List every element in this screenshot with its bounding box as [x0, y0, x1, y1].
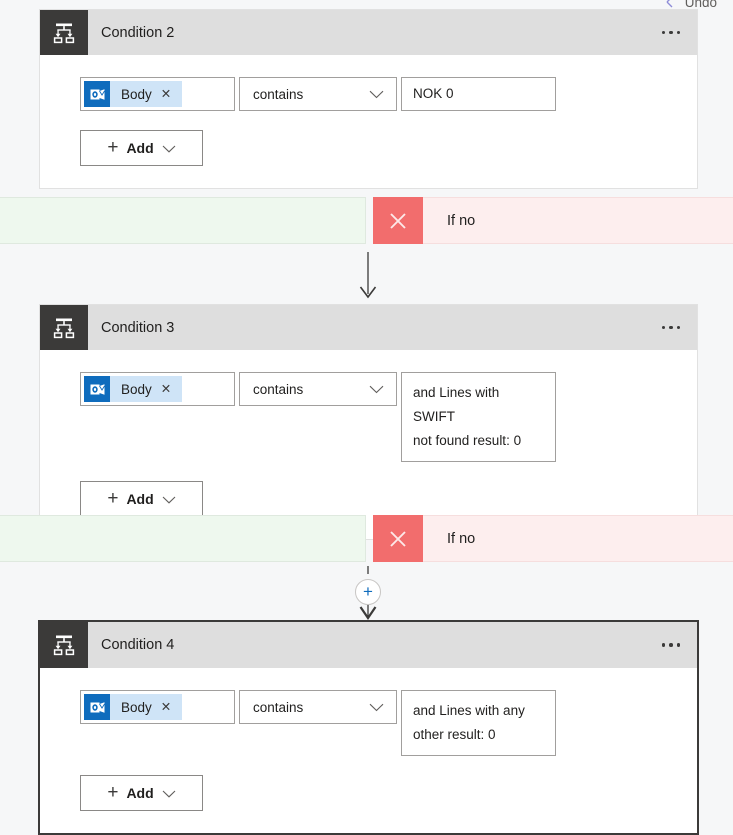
branch-if-yes-region[interactable] — [0, 197, 366, 244]
undo-arrow-icon — [664, 0, 678, 9]
operator-value: contains — [253, 381, 304, 397]
plus-icon: + — [107, 781, 119, 803]
condition-branch-icon — [40, 622, 88, 668]
condition-row: Body ✕ contains and Lines with any other… — [80, 690, 697, 756]
operator-value: contains — [253, 699, 304, 715]
condition-value-line: and Lines with any — [413, 703, 525, 718]
condition-operator-dropdown[interactable]: contains — [239, 690, 397, 724]
branch-if-no-region[interactable]: If no — [373, 515, 733, 562]
arrow-down-icon — [359, 252, 377, 299]
add-condition-button[interactable]: + Add — [80, 775, 203, 811]
condition-card-2[interactable]: Condition 2 Body ✕ contains NOK 0 + Add — [39, 9, 698, 189]
token-label: Body — [121, 699, 152, 715]
condition-operator-dropdown[interactable]: contains — [239, 372, 397, 406]
operator-value: contains — [253, 86, 304, 102]
card-header: Condition 3 — [40, 304, 697, 350]
condition-value-line: other result: 0 — [413, 727, 496, 742]
condition-value-line: not found result: 0 — [413, 433, 522, 448]
card-header: Condition 4 — [40, 622, 697, 668]
dynamic-content-token[interactable]: Body ✕ — [84, 376, 183, 402]
card-title: Condition 3 — [101, 319, 175, 336]
token-label: Body — [121, 86, 152, 102]
dynamic-content-token[interactable]: Body ✕ — [84, 694, 183, 720]
condition-row: Body ✕ contains and Lines with SWIFT not… — [80, 372, 697, 462]
condition-row: Body ✕ contains NOK 0 — [80, 77, 697, 111]
outlook-icon — [84, 81, 110, 107]
add-button-label: Add — [126, 785, 154, 801]
chevron-down-icon — [162, 491, 176, 507]
condition-branch-icon — [40, 10, 88, 55]
condition-value-line: NOK 0 — [413, 86, 454, 101]
condition-operand-field[interactable]: Body ✕ — [80, 690, 235, 724]
close-x-icon — [373, 515, 423, 562]
chevron-down-icon — [369, 382, 384, 397]
insert-plus-glyph: + — [363, 582, 373, 601]
chevron-down-icon — [369, 700, 384, 715]
condition-operand-field[interactable]: Body ✕ — [80, 77, 235, 111]
dynamic-content-token[interactable]: Body ✕ — [84, 81, 183, 107]
remove-token-icon[interactable]: ✕ — [161, 383, 182, 396]
token-label: Body — [121, 381, 152, 397]
branch-label: If no — [447, 530, 476, 547]
more-options-icon[interactable] — [645, 10, 697, 55]
card-header: Condition 2 — [40, 9, 697, 55]
condition-value-field[interactable]: and Lines with any other result: 0 — [401, 690, 556, 756]
branch-if-yes-region[interactable] — [0, 515, 366, 562]
outlook-icon — [84, 694, 110, 720]
plus-icon: + — [107, 487, 119, 509]
card-body: Body ✕ contains and Lines with SWIFT not… — [40, 350, 697, 539]
add-condition-button[interactable]: + Add — [80, 481, 203, 517]
add-condition-button[interactable]: + Add — [80, 130, 203, 166]
condition-value-line: and Lines with SWIFT — [413, 385, 500, 424]
card-title: Condition 2 — [101, 24, 175, 41]
chevron-down-icon — [162, 785, 176, 801]
condition-branch-icon — [40, 305, 88, 350]
condition-card-3[interactable]: Condition 3 Body ✕ contains and Lines wi… — [39, 304, 698, 540]
plus-icon: + — [107, 136, 119, 158]
condition-operand-field[interactable]: Body ✕ — [80, 372, 235, 406]
condition-value-field[interactable]: and Lines with SWIFT not found result: 0 — [401, 372, 556, 462]
branch-label: If no — [447, 212, 476, 229]
chevron-down-icon — [162, 140, 176, 156]
connector-arrow-1 — [352, 252, 384, 300]
branch-bar-1: If no — [0, 197, 733, 244]
card-body: Body ✕ contains NOK 0 + Add — [40, 55, 697, 188]
condition-value-field[interactable]: NOK 0 — [401, 77, 556, 111]
insert-step-icon[interactable]: + — [355, 579, 381, 605]
close-x-icon — [373, 197, 423, 244]
more-options-icon[interactable] — [645, 622, 697, 668]
outlook-icon — [84, 376, 110, 402]
add-button-label: Add — [126, 140, 154, 156]
condition-card-4[interactable]: Condition 4 Body ✕ contains and Lines wi… — [38, 620, 699, 835]
card-body: Body ✕ contains and Lines with any other… — [40, 668, 697, 833]
more-options-icon[interactable] — [645, 305, 697, 350]
remove-token-icon[interactable]: ✕ — [161, 88, 182, 101]
branch-bar-2: If no — [0, 515, 733, 562]
card-title: Condition 4 — [101, 637, 175, 653]
chevron-down-icon — [369, 87, 384, 102]
branch-if-no-region[interactable]: If no — [373, 197, 733, 244]
condition-operator-dropdown[interactable]: contains — [239, 77, 397, 111]
add-button-label: Add — [126, 491, 154, 507]
remove-token-icon[interactable]: ✕ — [161, 701, 182, 714]
